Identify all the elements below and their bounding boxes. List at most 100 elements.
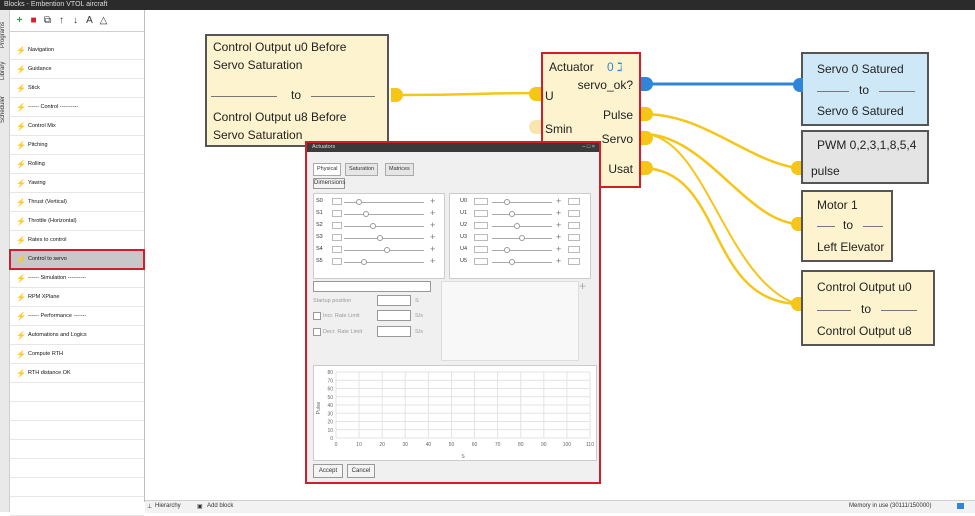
add-icon[interactable]: + (556, 244, 561, 254)
block-list-item[interactable]: ⚡ ------ Performance ------- (10, 307, 144, 326)
block-list-item[interactable]: ⚡ Automations and Logics (10, 326, 144, 345)
block-list-item[interactable]: ⚡ Guidance (10, 60, 144, 79)
dimensions-button[interactable]: Dimensions (313, 178, 345, 189)
servo-slider[interactable] (344, 238, 424, 239)
input-max-box[interactable] (568, 222, 580, 229)
slider-knob[interactable] (509, 259, 515, 265)
hierarchy-icon[interactable]: ⊥ (147, 503, 152, 510)
slider-knob[interactable] (377, 235, 383, 241)
startup-position-field[interactable] (377, 295, 411, 306)
add-icon[interactable]: + (430, 256, 435, 266)
add-icon[interactable]: + (430, 244, 435, 254)
servo-value-box[interactable] (332, 222, 342, 229)
input-max-box[interactable] (568, 198, 580, 205)
input-row[interactable]: U2 + (460, 220, 584, 231)
input-value-box[interactable] (474, 234, 488, 241)
servo-saturated-block[interactable]: Servo 0 Satured to Servo 6 Satured (801, 52, 929, 126)
add-icon[interactable]: + (556, 232, 561, 242)
servo-row[interactable]: S4 + (316, 244, 440, 255)
add-icon[interactable]: + (430, 220, 435, 230)
input-value-box[interactable] (474, 210, 488, 217)
decr-rate-field[interactable] (377, 326, 411, 337)
incr-rate-checkbox[interactable] (313, 312, 321, 320)
input-port-servo-block[interactable] (793, 78, 803, 92)
block-list-item[interactable]: ⚡ Pitching (10, 136, 144, 155)
block-list-item[interactable]: ⚡ Rates to control (10, 231, 144, 250)
input-slider[interactable] (492, 202, 552, 203)
window-controls[interactable]: – □ × (582, 143, 595, 152)
copy-icon[interactable]: ⧉ (42, 15, 53, 26)
servo-slider[interactable] (344, 226, 424, 227)
servo-row[interactable]: S2 + (316, 220, 440, 231)
block-list-item[interactable]: ⚡ Navigation (10, 41, 144, 60)
block-list-item[interactable]: ⚡ RPM XPlane (10, 288, 144, 307)
input-slider[interactable] (492, 262, 552, 263)
sort-icon[interactable]: △ (98, 15, 109, 26)
slider-knob[interactable] (356, 199, 362, 205)
block-list-item[interactable]: ⚡ Control Mix (10, 117, 144, 136)
input-value-box[interactable] (474, 198, 488, 205)
slider-knob[interactable] (504, 247, 510, 253)
input-row[interactable]: U5 + (460, 256, 584, 267)
accept-button[interactable]: Accept (313, 464, 343, 478)
input-row[interactable]: U4 + (460, 244, 584, 255)
tab-physical[interactable]: Physical (313, 163, 342, 176)
servo-row[interactable]: S1 + (316, 208, 440, 219)
input-slider[interactable] (492, 214, 552, 215)
add-icon[interactable]: + (556, 256, 561, 266)
input-port-motor[interactable] (791, 217, 801, 231)
block-list-item[interactable]: ⚡ RTH distance OK (10, 364, 144, 383)
block-list-item[interactable]: ⚡ Yawing (10, 174, 144, 193)
tab-library[interactable]: Library (0, 56, 9, 86)
input-value-box[interactable] (474, 246, 488, 253)
hierarchy-button[interactable]: Hierarchy (155, 503, 181, 509)
add-icon[interactable]: + (556, 208, 561, 218)
slider-knob[interactable] (514, 223, 520, 229)
move-up-icon[interactable]: ↑ (56, 15, 67, 26)
servo-slider[interactable] (344, 214, 424, 215)
pwm-block[interactable]: PWM 0,2,3,1,8,5,4 pulse (801, 130, 929, 184)
slider-knob[interactable] (509, 211, 515, 217)
tab-matrices[interactable]: Matrices (385, 163, 414, 176)
servo-row[interactable]: S3 + (316, 232, 440, 243)
add-icon[interactable]: + (430, 196, 435, 206)
add-block-button[interactable]: Add block (207, 503, 233, 509)
block-list-item[interactable]: ⚡ Throttle (Horizontal) (10, 212, 144, 231)
servo-value-box[interactable] (332, 198, 342, 205)
add-icon[interactable]: + (556, 196, 561, 206)
block-list-item[interactable]: ⚡ Compute RTH (10, 345, 144, 364)
slider-knob[interactable] (370, 223, 376, 229)
block-list-item[interactable]: ⚡ ------ Simulation ---------- (10, 269, 144, 288)
slider-knob[interactable] (384, 247, 390, 253)
input-value-box[interactable] (474, 258, 488, 265)
tab-programs[interactable]: Programs (0, 18, 9, 52)
slider-knob[interactable] (504, 199, 510, 205)
decr-rate-checkbox[interactable] (313, 328, 321, 336)
input-max-box[interactable] (568, 210, 580, 217)
add-icon[interactable]: + (579, 279, 586, 293)
tab-saturation[interactable]: Saturation (345, 163, 379, 176)
input-port-output-block[interactable] (791, 297, 801, 311)
servo-value-box[interactable] (332, 234, 342, 241)
input-max-box[interactable] (568, 246, 580, 253)
add-icon[interactable]: + (14, 15, 25, 26)
input-port-smin[interactable] (529, 120, 541, 134)
servo-row[interactable]: S5 + (316, 256, 440, 267)
input-row[interactable]: U1 + (460, 208, 584, 219)
input-max-box[interactable] (568, 258, 580, 265)
motor-block[interactable]: Motor 1 to Left Elevator (801, 190, 893, 262)
servo-value-box[interactable] (332, 210, 342, 217)
add-icon[interactable]: + (430, 208, 435, 218)
slider-knob[interactable] (363, 211, 369, 217)
servo-value-box[interactable] (332, 258, 342, 265)
slider-knob[interactable] (361, 259, 367, 265)
sort-alpha-icon[interactable]: A (84, 15, 95, 26)
input-block-control-output-before[interactable]: Control Output u0 Before Servo Saturatio… (205, 34, 389, 147)
actuator-name-field[interactable] (313, 281, 431, 292)
input-slider[interactable] (492, 226, 552, 227)
cancel-button[interactable]: Cancel (347, 464, 375, 478)
add-icon[interactable]: + (430, 232, 435, 242)
input-max-box[interactable] (568, 234, 580, 241)
input-slider[interactable] (492, 250, 552, 251)
input-value-box[interactable] (474, 222, 488, 229)
